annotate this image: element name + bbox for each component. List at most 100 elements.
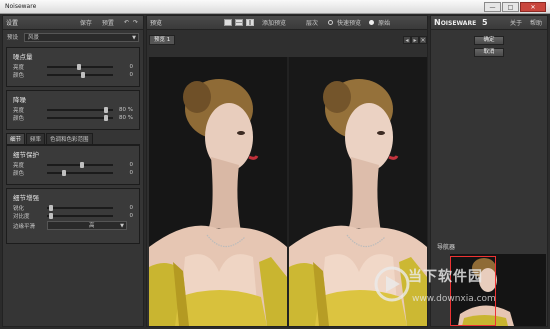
- edge-smoothing-row: 边缘平滑 高 ▼: [7, 220, 139, 231]
- slider-row: 颜色 0: [7, 71, 139, 79]
- slider-handle[interactable]: [80, 162, 84, 168]
- ok-button[interactable]: 确定: [474, 36, 504, 45]
- noise-luminance-slider[interactable]: [47, 64, 113, 70]
- maximize-button[interactable]: □: [502, 2, 519, 12]
- slider-row: 亮度 80 %: [7, 106, 139, 114]
- slider-handle[interactable]: [48, 213, 53, 219]
- tab-tone-color[interactable]: 色调和色彩范围: [46, 133, 93, 144]
- slider-label: 亮度: [13, 108, 25, 114]
- preset-manage-button[interactable]: 预置: [100, 18, 116, 27]
- contrast-slider[interactable]: [47, 213, 113, 219]
- save-button[interactable]: 保存: [78, 18, 94, 27]
- radio-icon[interactable]: [369, 20, 375, 25]
- close-icon[interactable]: ✕: [419, 36, 427, 44]
- add-preview-button[interactable]: 添加预览: [260, 18, 288, 27]
- slider-row: 颜色 80 %: [7, 114, 139, 122]
- close-button[interactable]: ✕: [520, 2, 546, 12]
- preview-header: 预览 添加预览 层次 快速预览 原始: [147, 16, 427, 30]
- help-button[interactable]: 帮助: [528, 18, 544, 27]
- preview-tab-bar: 预览 1 ◂ ▸ ✕: [149, 35, 427, 45]
- section-title: 细节增强: [13, 194, 39, 202]
- title-bar: Noiseware — □ ✕: [0, 0, 550, 14]
- preset-label: 预设: [7, 35, 19, 41]
- next-icon[interactable]: ▸: [411, 36, 419, 44]
- edge-smoothing-value: 高: [89, 223, 95, 229]
- window-title: Noiseware: [5, 3, 37, 10]
- brand-header: NOISEWARE 5 关于 帮助: [431, 16, 547, 30]
- tab-preview-1[interactable]: 预览 1: [149, 35, 176, 45]
- preset-select[interactable]: 风景 ▼: [24, 32, 139, 42]
- brand-version: 5: [481, 18, 488, 27]
- slider-row: 对比度 0: [7, 212, 139, 220]
- detail-protection-section: 细节保护 亮度 0 颜色 0: [6, 145, 140, 185]
- split-horizontal-icon[interactable]: [235, 19, 244, 26]
- radio-icon[interactable]: [328, 20, 334, 25]
- slider-handle[interactable]: [81, 72, 86, 78]
- settings-title: 设置: [6, 20, 19, 27]
- preview-image-area[interactable]: [149, 57, 427, 326]
- settings-header: 设置 保存 预置 ↶ ↷: [3, 16, 143, 30]
- preview-image-original[interactable]: [149, 57, 287, 326]
- prev-icon[interactable]: ◂: [403, 36, 411, 44]
- slider-value[interactable]: 80 %: [119, 115, 133, 121]
- noise-color-slider[interactable]: [47, 72, 113, 78]
- original-option[interactable]: 原始: [376, 18, 392, 27]
- navigator-title: 导航器: [437, 244, 456, 251]
- window-controls: — □ ✕: [484, 2, 546, 12]
- noise-level-section: 噪点量 亮度 0 颜色 0: [6, 47, 140, 87]
- slider-value[interactable]: 0: [119, 162, 134, 168]
- slider-handle[interactable]: [103, 115, 108, 121]
- reduction-color-slider[interactable]: [47, 115, 113, 121]
- action-buttons: 确定 取消: [431, 30, 547, 57]
- slider-label: 亮度: [13, 163, 25, 169]
- preview-image-processed[interactable]: [289, 57, 427, 326]
- section-title: 降噪: [13, 96, 26, 104]
- slider-value[interactable]: 0: [119, 64, 134, 70]
- minimize-button[interactable]: —: [484, 2, 501, 12]
- portrait-image: [149, 57, 287, 326]
- section-title: 细节保护: [13, 151, 39, 159]
- slider-handle[interactable]: [103, 107, 108, 113]
- section-title: 噪点量: [13, 53, 33, 61]
- portrait-image: [289, 57, 427, 326]
- slider-value[interactable]: 0: [119, 72, 134, 78]
- navigator-viewport[interactable]: [450, 256, 496, 326]
- slider-row: 亮度 0: [7, 63, 139, 71]
- slider-value[interactable]: 0: [119, 170, 134, 176]
- slider-label: 颜色: [13, 73, 25, 79]
- slider-handle[interactable]: [76, 64, 81, 70]
- edge-smoothing-label: 边缘平滑: [13, 223, 36, 230]
- single-view-icon[interactable]: [224, 19, 233, 26]
- preset-row: 预设 风景 ▼: [3, 30, 143, 44]
- undo-icon[interactable]: ↶: [122, 19, 131, 26]
- slider-handle[interactable]: [61, 170, 66, 176]
- slider-value[interactable]: 0: [119, 213, 134, 219]
- sharpen-slider[interactable]: [47, 205, 113, 211]
- layer-button[interactable]: 层次: [304, 18, 320, 27]
- navigator-thumbnail[interactable]: [450, 254, 546, 326]
- preset-value: 风景: [28, 34, 40, 41]
- about-button[interactable]: 关于: [508, 18, 524, 27]
- slider-handle[interactable]: [48, 205, 53, 211]
- tab-frequency[interactable]: 频率: [26, 133, 46, 144]
- slider-row: 亮度 0: [7, 161, 139, 169]
- settings-panel: 设置 保存 预置 ↶ ↷ 预设 风景 ▼ 噪点量 亮度 0 颜色 0 降噪 亮度…: [2, 15, 144, 327]
- slider-label: 亮度: [13, 65, 25, 71]
- slider-value[interactable]: 0: [119, 205, 134, 211]
- brand-logo: NOISEWARE 5: [434, 18, 488, 27]
- split-view-icon[interactable]: [246, 19, 255, 26]
- slider-value[interactable]: 80 %: [119, 107, 133, 113]
- preview-panel: 预览 添加预览 层次 快速预览 原始 预览 1 ◂ ▸ ✕: [146, 15, 428, 327]
- right-panel: NOISEWARE 5 关于 帮助 确定 取消 导航器: [430, 15, 548, 327]
- redo-icon[interactable]: ↷: [131, 19, 140, 26]
- protection-luminance-slider[interactable]: [47, 162, 113, 168]
- cancel-button[interactable]: 取消: [474, 48, 504, 57]
- protection-color-slider[interactable]: [47, 170, 113, 176]
- quick-preview-option[interactable]: 快速预览: [335, 18, 363, 27]
- brand-name: OISEWARE: [440, 20, 477, 27]
- edge-smoothing-select[interactable]: 高 ▼: [47, 221, 127, 230]
- chevron-down-icon: ▼: [120, 223, 124, 229]
- reduction-luminance-slider[interactable]: [47, 107, 113, 113]
- tab-detail[interactable]: 细节: [6, 133, 26, 144]
- detail-enhancement-section: 细节增强 锐化 0 对比度 0 边缘平滑 高 ▼: [6, 188, 140, 244]
